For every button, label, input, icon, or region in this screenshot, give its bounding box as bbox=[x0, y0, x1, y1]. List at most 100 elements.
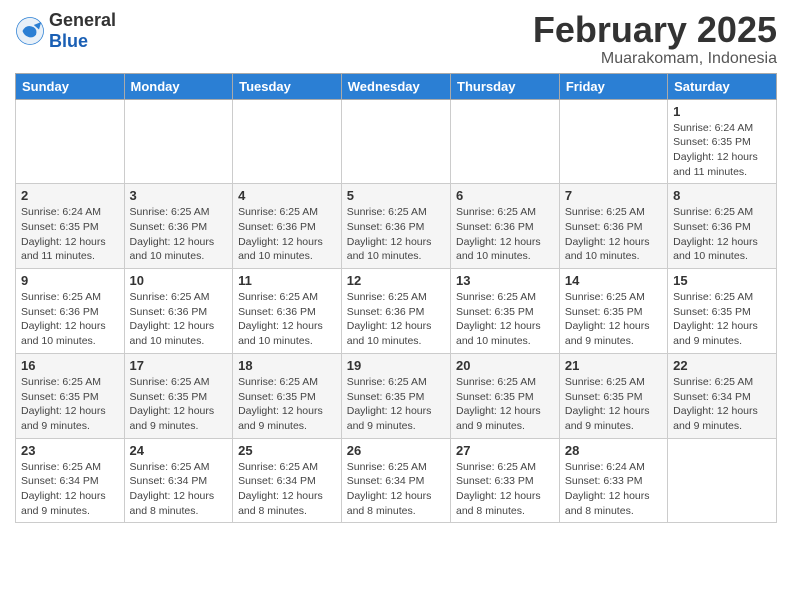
calendar-cell bbox=[668, 438, 777, 523]
calendar-cell: 24 Sunrise: 6:25 AM Sunset: 6:34 PM Dayli… bbox=[124, 438, 233, 523]
calendar-cell bbox=[559, 99, 667, 184]
day-number: 1 bbox=[673, 104, 771, 119]
day-info: Sunrise: 6:25 AM Sunset: 6:36 PM Dayligh… bbox=[238, 205, 336, 264]
day-number: 17 bbox=[130, 358, 228, 373]
logo-general: General bbox=[49, 10, 116, 31]
header-saturday: Saturday bbox=[668, 73, 777, 99]
day-number: 5 bbox=[347, 188, 445, 203]
day-info: Sunrise: 6:25 AM Sunset: 6:35 PM Dayligh… bbox=[347, 375, 445, 434]
calendar-week-row: 1 Sunrise: 6:24 AM Sunset: 6:35 PM Daylig… bbox=[16, 99, 777, 184]
calendar-body: 1 Sunrise: 6:24 AM Sunset: 6:35 PM Daylig… bbox=[16, 99, 777, 523]
day-info: Sunrise: 6:25 AM Sunset: 6:34 PM Dayligh… bbox=[347, 460, 445, 519]
calendar-cell bbox=[233, 99, 342, 184]
day-info: Sunrise: 6:25 AM Sunset: 6:35 PM Dayligh… bbox=[456, 375, 554, 434]
calendar-cell: 27Sunrise: 6:25 AM Sunset: 6:33 PM Dayli… bbox=[451, 438, 560, 523]
page: General Blue February 2025 Muarakomam, I… bbox=[0, 0, 792, 533]
calendar-week-row: 16 Sunrise: 6:25 AM Sunset: 6:35 PM Dayli… bbox=[16, 353, 777, 438]
logo-icon bbox=[15, 16, 45, 46]
calendar-cell: 15Sunrise: 6:25 AM Sunset: 6:35 PM Dayli… bbox=[668, 269, 777, 354]
header-tuesday: Tuesday bbox=[233, 73, 342, 99]
location: Muarakomam, Indonesia bbox=[533, 50, 777, 68]
calendar-cell: 3 Sunrise: 6:25 AM Sunset: 6:36 PM Daylig… bbox=[124, 184, 233, 269]
header-thursday: Thursday bbox=[451, 73, 560, 99]
calendar-cell bbox=[341, 99, 450, 184]
day-info: Sunrise: 6:25 AM Sunset: 6:36 PM Dayligh… bbox=[130, 205, 228, 264]
day-number: 24 bbox=[130, 443, 228, 458]
day-number: 27 bbox=[456, 443, 554, 458]
calendar-cell: 10 Sunrise: 6:25 AM Sunset: 6:36 PM Dayli… bbox=[124, 269, 233, 354]
day-info: Sunrise: 6:25 AM Sunset: 6:36 PM Dayligh… bbox=[347, 205, 445, 264]
day-info: Sunrise: 6:25 AM Sunset: 6:34 PM Dayligh… bbox=[673, 375, 771, 434]
day-number: 25 bbox=[238, 443, 336, 458]
title-block: February 2025 Muarakomam, Indonesia bbox=[533, 10, 777, 68]
day-number: 10 bbox=[130, 273, 228, 288]
day-info: Sunrise: 6:25 AM Sunset: 6:36 PM Dayligh… bbox=[347, 290, 445, 349]
day-number: 11 bbox=[238, 273, 336, 288]
day-info: Sunrise: 6:25 AM Sunset: 6:35 PM Dayligh… bbox=[565, 290, 662, 349]
day-info: Sunrise: 6:25 AM Sunset: 6:34 PM Dayligh… bbox=[238, 460, 336, 519]
calendar-week-row: 9 Sunrise: 6:25 AM Sunset: 6:36 PM Daylig… bbox=[16, 269, 777, 354]
day-number: 7 bbox=[565, 188, 662, 203]
calendar-cell: 13 Sunrise: 6:25 AM Sunset: 6:35 PM Dayli… bbox=[451, 269, 560, 354]
day-number: 22 bbox=[673, 358, 771, 373]
day-info: Sunrise: 6:25 AM Sunset: 6:34 PM Dayligh… bbox=[21, 460, 119, 519]
day-info: Sunrise: 6:25 AM Sunset: 6:34 PM Dayligh… bbox=[130, 460, 228, 519]
day-number: 13 bbox=[456, 273, 554, 288]
day-number: 12 bbox=[347, 273, 445, 288]
calendar: Sunday Monday Tuesday Wednesday Thursday… bbox=[15, 73, 777, 524]
calendar-cell bbox=[451, 99, 560, 184]
calendar-cell: 21Sunrise: 6:25 AM Sunset: 6:35 PM Dayli… bbox=[559, 353, 667, 438]
day-number: 8 bbox=[673, 188, 771, 203]
calendar-cell: 16 Sunrise: 6:25 AM Sunset: 6:35 PM Dayli… bbox=[16, 353, 125, 438]
day-number: 23 bbox=[21, 443, 119, 458]
calendar-cell: 25 Sunrise: 6:25 AM Sunset: 6:34 PM Dayli… bbox=[233, 438, 342, 523]
calendar-cell: 8 Sunrise: 6:25 AM Sunset: 6:36 PM Daylig… bbox=[668, 184, 777, 269]
day-number: 6 bbox=[456, 188, 554, 203]
calendar-week-row: 2Sunrise: 6:24 AM Sunset: 6:35 PM Daylig… bbox=[16, 184, 777, 269]
day-info: Sunrise: 6:24 AM Sunset: 6:35 PM Dayligh… bbox=[673, 121, 771, 180]
day-info: Sunrise: 6:25 AM Sunset: 6:36 PM Dayligh… bbox=[238, 290, 336, 349]
day-info: Sunrise: 6:25 AM Sunset: 6:35 PM Dayligh… bbox=[21, 375, 119, 434]
calendar-cell: 7 Sunrise: 6:25 AM Sunset: 6:36 PM Daylig… bbox=[559, 184, 667, 269]
day-info: Sunrise: 6:25 AM Sunset: 6:36 PM Dayligh… bbox=[21, 290, 119, 349]
header-monday: Monday bbox=[124, 73, 233, 99]
header-sunday: Sunday bbox=[16, 73, 125, 99]
day-info: Sunrise: 6:25 AM Sunset: 6:35 PM Dayligh… bbox=[238, 375, 336, 434]
day-number: 26 bbox=[347, 443, 445, 458]
header-wednesday: Wednesday bbox=[341, 73, 450, 99]
day-number: 18 bbox=[238, 358, 336, 373]
day-number: 2 bbox=[21, 188, 119, 203]
day-number: 20 bbox=[456, 358, 554, 373]
day-number: 15 bbox=[673, 273, 771, 288]
header: General Blue February 2025 Muarakomam, I… bbox=[15, 10, 777, 68]
calendar-cell bbox=[124, 99, 233, 184]
calendar-cell bbox=[16, 99, 125, 184]
calendar-cell: 5 Sunrise: 6:25 AM Sunset: 6:36 PM Daylig… bbox=[341, 184, 450, 269]
day-info: Sunrise: 6:25 AM Sunset: 6:35 PM Dayligh… bbox=[130, 375, 228, 434]
calendar-cell: 4 Sunrise: 6:25 AM Sunset: 6:36 PM Daylig… bbox=[233, 184, 342, 269]
calendar-week-row: 23 Sunrise: 6:25 AM Sunset: 6:34 PM Dayli… bbox=[16, 438, 777, 523]
day-info: Sunrise: 6:25 AM Sunset: 6:36 PM Dayligh… bbox=[673, 205, 771, 264]
day-number: 9 bbox=[21, 273, 119, 288]
logo-text: General Blue bbox=[49, 10, 116, 52]
day-number: 14 bbox=[565, 273, 662, 288]
day-info: Sunrise: 6:25 AM Sunset: 6:36 PM Dayligh… bbox=[456, 205, 554, 264]
logo-blue: Blue bbox=[49, 31, 116, 52]
calendar-cell: 26 Sunrise: 6:25 AM Sunset: 6:34 PM Dayli… bbox=[341, 438, 450, 523]
month-title: February 2025 bbox=[533, 10, 777, 50]
day-info: Sunrise: 6:25 AM Sunset: 6:36 PM Dayligh… bbox=[565, 205, 662, 264]
day-info: Sunrise: 6:25 AM Sunset: 6:35 PM Dayligh… bbox=[456, 290, 554, 349]
calendar-cell: 6 Sunrise: 6:25 AM Sunset: 6:36 PM Daylig… bbox=[451, 184, 560, 269]
day-info: Sunrise: 6:24 AM Sunset: 6:33 PM Dayligh… bbox=[565, 460, 662, 519]
calendar-cell: 12 Sunrise: 6:25 AM Sunset: 6:36 PM Dayli… bbox=[341, 269, 450, 354]
day-number: 16 bbox=[21, 358, 119, 373]
calendar-cell: 11 Sunrise: 6:25 AM Sunset: 6:36 PM Dayli… bbox=[233, 269, 342, 354]
calendar-cell: 19 Sunrise: 6:25 AM Sunset: 6:35 PM Dayli… bbox=[341, 353, 450, 438]
day-info: Sunrise: 6:25 AM Sunset: 6:35 PM Dayligh… bbox=[565, 375, 662, 434]
day-number: 19 bbox=[347, 358, 445, 373]
day-number: 4 bbox=[238, 188, 336, 203]
day-number: 3 bbox=[130, 188, 228, 203]
logo: General Blue bbox=[15, 10, 116, 52]
calendar-cell: 18 Sunrise: 6:25 AM Sunset: 6:35 PM Dayli… bbox=[233, 353, 342, 438]
day-info: Sunrise: 6:25 AM Sunset: 6:36 PM Dayligh… bbox=[130, 290, 228, 349]
